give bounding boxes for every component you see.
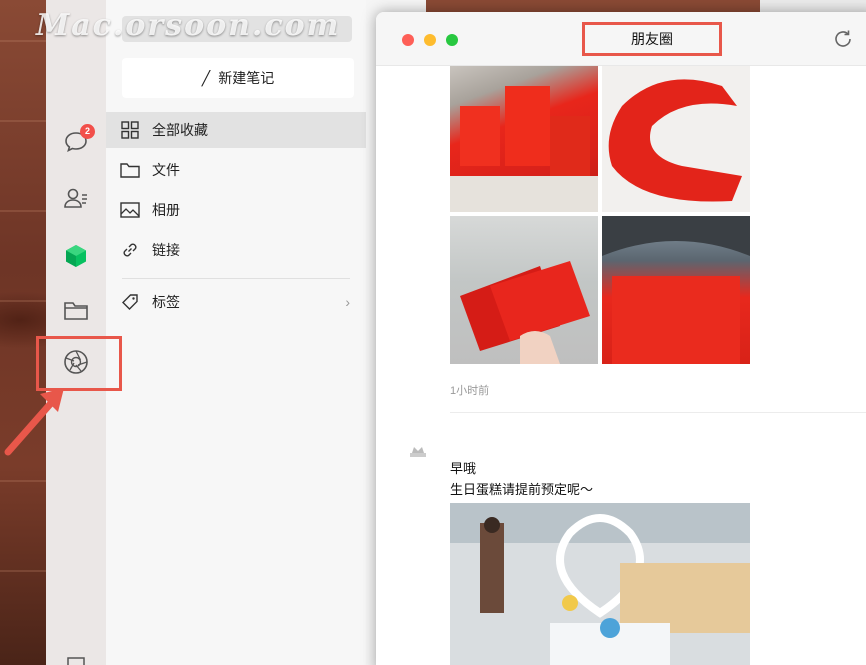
post-text-line: 生日蛋糕请提前预定呢～	[450, 482, 594, 497]
contacts-icon[interactable]	[62, 184, 90, 212]
menu-item-label: 文件	[152, 162, 180, 178]
menu-item-label: 全部收藏	[152, 122, 208, 138]
menu-item-files[interactable]: 文件	[106, 152, 366, 188]
brick-line	[0, 570, 46, 572]
pen-icon: ╱	[201, 69, 211, 86]
chevron-right-icon: ›	[345, 294, 350, 310]
moments-titlebar: 朋友圈	[376, 12, 866, 66]
menu-item-tags[interactable]: 标签 ›	[106, 284, 366, 320]
post-photo[interactable]	[602, 66, 750, 212]
brick-line	[0, 480, 46, 482]
refresh-icon[interactable]	[832, 28, 854, 50]
annotation-arrow-icon	[4, 388, 64, 456]
zoom-button[interactable]	[446, 34, 458, 46]
brick-line	[0, 210, 46, 212]
moments-window: 朋友圈 1小时前 早哦 生日蛋糕请提前预定呢～	[376, 12, 866, 665]
menu-divider	[122, 278, 350, 279]
favorites-panel: ╱ 新建笔记 全部收藏 文件 相册 链接 标签 ›	[106, 0, 366, 665]
link-icon	[120, 240, 140, 260]
post-photo[interactable]	[450, 503, 750, 665]
folder-icon	[120, 160, 140, 180]
wechat-window: 2 ╱ 新建笔记 全部收藏 文件 相册 链接 标签 ›	[46, 0, 426, 665]
avatar[interactable]	[406, 439, 430, 463]
menu-item-label: 相册	[152, 202, 180, 218]
menu-item-links[interactable]: 链接	[106, 232, 366, 268]
sidebar-rail: 2	[46, 0, 106, 665]
menu-item-album[interactable]: 相册	[106, 192, 366, 228]
phone-icon[interactable]	[62, 650, 90, 665]
post-separator	[450, 412, 866, 413]
post-text-line: 早哦	[450, 461, 477, 476]
moments-title: 朋友圈	[582, 22, 722, 56]
image-icon	[120, 200, 140, 220]
brick-line	[0, 120, 46, 122]
minimize-button[interactable]	[424, 34, 436, 46]
grid-icon	[120, 120, 140, 140]
close-button[interactable]	[402, 34, 414, 46]
menu-item-label: 链接	[152, 242, 180, 258]
new-note-label: 新建笔记	[218, 70, 275, 86]
brick-line	[0, 300, 46, 302]
favorites-cube-icon[interactable]	[62, 242, 90, 270]
post-photo[interactable]	[450, 216, 598, 364]
folder-icon[interactable]	[62, 296, 90, 324]
chat-badge: 2	[80, 124, 95, 139]
new-note-button[interactable]: ╱ 新建笔记	[122, 58, 354, 98]
chat-icon[interactable]: 2	[62, 124, 95, 156]
post-photo[interactable]	[602, 216, 750, 364]
watermark: Mac.orsoon.com	[36, 8, 341, 43]
menu-item-all-favorites[interactable]: 全部收藏	[106, 112, 366, 148]
tag-icon	[120, 292, 140, 312]
post-timestamp: 1小时前	[450, 385, 490, 397]
menu-item-label: 标签	[152, 294, 180, 310]
post-photo[interactable]	[450, 66, 598, 212]
